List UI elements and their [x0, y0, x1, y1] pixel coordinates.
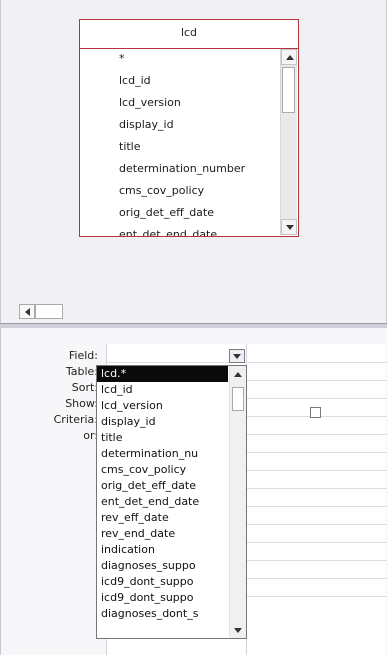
- dropdown-scrollbar[interactable]: [229, 366, 246, 638]
- dropdown-option[interactable]: lcd_version: [97, 398, 228, 414]
- dropdown-option[interactable]: rev_eff_date: [97, 510, 228, 526]
- dropdown-option[interactable]: diagnoses_suppo: [97, 558, 228, 574]
- dropdown-option[interactable]: display_id: [97, 414, 228, 430]
- table-field-item[interactable]: *: [80, 48, 279, 70]
- row-label-or: or:: [83, 429, 98, 442]
- dropdown-option[interactable]: diagnoses_dont_s: [97, 606, 228, 622]
- grid-row-divider: [106, 362, 387, 363]
- chevron-down-icon: [233, 354, 241, 359]
- scrollbar-thumb[interactable]: [35, 304, 63, 319]
- dropdown-option[interactable]: cms_cov_policy: [97, 462, 228, 478]
- chevron-down-icon[interactable]: [234, 628, 242, 633]
- table-field-item[interactable]: title: [80, 136, 279, 158]
- chevron-up-icon[interactable]: [234, 372, 242, 377]
- table-field-scrollbar[interactable]: [280, 49, 297, 235]
- table-field-item[interactable]: display_id: [80, 114, 279, 136]
- scroll-down-button[interactable]: [281, 219, 297, 235]
- chevron-up-icon: [286, 55, 294, 60]
- design-pane-horizontal-scrollbar[interactable]: [19, 304, 64, 319]
- scroll-left-button[interactable]: [19, 304, 35, 319]
- table-title[interactable]: lcd: [80, 20, 298, 49]
- dropdown-option[interactable]: title: [97, 430, 228, 446]
- dropdown-option[interactable]: lcd.*: [97, 366, 228, 382]
- show-checkbox[interactable]: [310, 407, 321, 418]
- dropdown-option[interactable]: orig_det_eff_date: [97, 478, 228, 494]
- row-label-field: Field:: [68, 349, 98, 362]
- query-design-pane: lcd * lcd_id lcd_version display_id titl…: [0, 0, 387, 323]
- table-field-item[interactable]: lcd_version: [80, 92, 279, 114]
- row-label-table: Table:: [65, 365, 98, 378]
- table-field-item[interactable]: ent_det_end_date: [80, 224, 279, 236]
- table-field-list-box[interactable]: lcd * lcd_id lcd_version display_id titl…: [79, 19, 299, 237]
- field-dropdown-list[interactable]: lcd.* lcd_id lcd_version display_id titl…: [96, 365, 247, 639]
- dropdown-option[interactable]: lcd_id: [97, 382, 228, 398]
- chevron-down-icon: [286, 225, 294, 230]
- row-label-criteria: Criteria:: [53, 413, 98, 426]
- dropdown-option[interactable]: ent_det_end_date: [97, 494, 228, 510]
- dropdown-option[interactable]: icd9_dont_suppo: [97, 574, 228, 590]
- scrollbar-thumb[interactable]: [282, 67, 295, 113]
- table-field-item[interactable]: lcd_id: [80, 70, 279, 92]
- scroll-up-button[interactable]: [281, 49, 297, 65]
- dropdown-option[interactable]: rev_end_date: [97, 526, 228, 542]
- dropdown-option[interactable]: determination_nu: [97, 446, 228, 462]
- dropdown-option[interactable]: icd9_dont_suppo: [97, 590, 228, 606]
- table-field-list: * lcd_id lcd_version display_id title de…: [80, 48, 279, 236]
- chevron-left-icon: [25, 308, 30, 316]
- table-field-item[interactable]: determination_number: [80, 158, 279, 180]
- table-field-item[interactable]: orig_det_eff_date: [80, 202, 279, 224]
- scrollbar-thumb[interactable]: [232, 387, 244, 411]
- field-dropdown-button[interactable]: [229, 349, 245, 363]
- row-label-sort: Sort:: [71, 381, 98, 394]
- table-field-item[interactable]: cms_cov_policy: [80, 180, 279, 202]
- dropdown-option[interactable]: indication: [97, 542, 228, 558]
- grid-column-2[interactable]: [246, 344, 386, 655]
- row-label-show: Show:: [65, 397, 98, 410]
